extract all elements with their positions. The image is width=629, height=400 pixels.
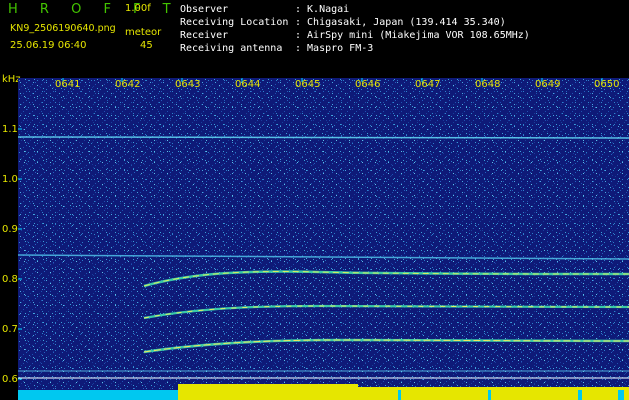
x-tick-label: 0647 bbox=[415, 79, 441, 90]
x-tick-label: 0650 bbox=[594, 79, 620, 90]
x-tick-label: 0649 bbox=[535, 79, 561, 90]
version-label: 1.00f bbox=[125, 3, 151, 14]
x-tick-label: 0642 bbox=[115, 79, 141, 90]
info-row-observer: Observer : K.Nagai bbox=[180, 3, 530, 16]
x-tick-label: 0648 bbox=[475, 79, 501, 90]
datetime-label: 25.06.19 06:40 bbox=[10, 40, 87, 51]
spectrogram-plot bbox=[18, 78, 629, 400]
header-panel: H R O F F T 1.00f KN9_2506190640.png met… bbox=[0, 0, 629, 75]
info-value: : Chigasaki, Japan (139.414 35.340) bbox=[295, 17, 506, 28]
info-value: : AirSpy mini (Miakejima VOR 108.65MHz) bbox=[295, 30, 530, 41]
info-key: Receiving Location bbox=[180, 17, 289, 28]
app-title: H R O F F T bbox=[8, 2, 180, 17]
info-row-receiver: Receiver : AirSpy mini (Miakejima VOR 108… bbox=[180, 29, 530, 42]
x-tick-label: 0644 bbox=[235, 79, 261, 90]
y-tick-label: 0.9 bbox=[2, 224, 18, 235]
info-key: Observer bbox=[180, 4, 229, 15]
x-tick-label: 0643 bbox=[175, 79, 201, 90]
info-row-location: Receiving Location : Chigasaki, Japan (13… bbox=[180, 16, 530, 29]
x-tick-label: 0641 bbox=[55, 79, 81, 90]
x-tick-label: 0646 bbox=[355, 79, 381, 90]
info-key: Receiver bbox=[180, 30, 229, 41]
y-tick-label: 1.0 bbox=[2, 174, 18, 185]
meteor-count: 45 bbox=[140, 40, 153, 51]
meteor-label: meteor bbox=[125, 27, 162, 38]
filename-label: KN9_2506190640.png bbox=[10, 23, 116, 34]
y-tick-label: 1.1 bbox=[2, 124, 18, 135]
info-key: Receiving antenna bbox=[180, 43, 283, 54]
spectrogram-canvas bbox=[18, 78, 629, 400]
info-value: : K.Nagai bbox=[295, 4, 350, 15]
observation-info: Observer : K.Nagai Receiving Location : Ch… bbox=[180, 3, 530, 55]
y-tick-label: 0.7 bbox=[2, 324, 18, 335]
info-value: : Maspro FM-3 bbox=[295, 43, 374, 54]
x-tick-label: 0645 bbox=[295, 79, 321, 90]
info-row-antenna: Receiving antenna : Maspro FM-3 bbox=[180, 42, 530, 55]
y-tick-label: 0.6 bbox=[2, 374, 18, 385]
y-tick-label: 0.8 bbox=[2, 274, 18, 285]
